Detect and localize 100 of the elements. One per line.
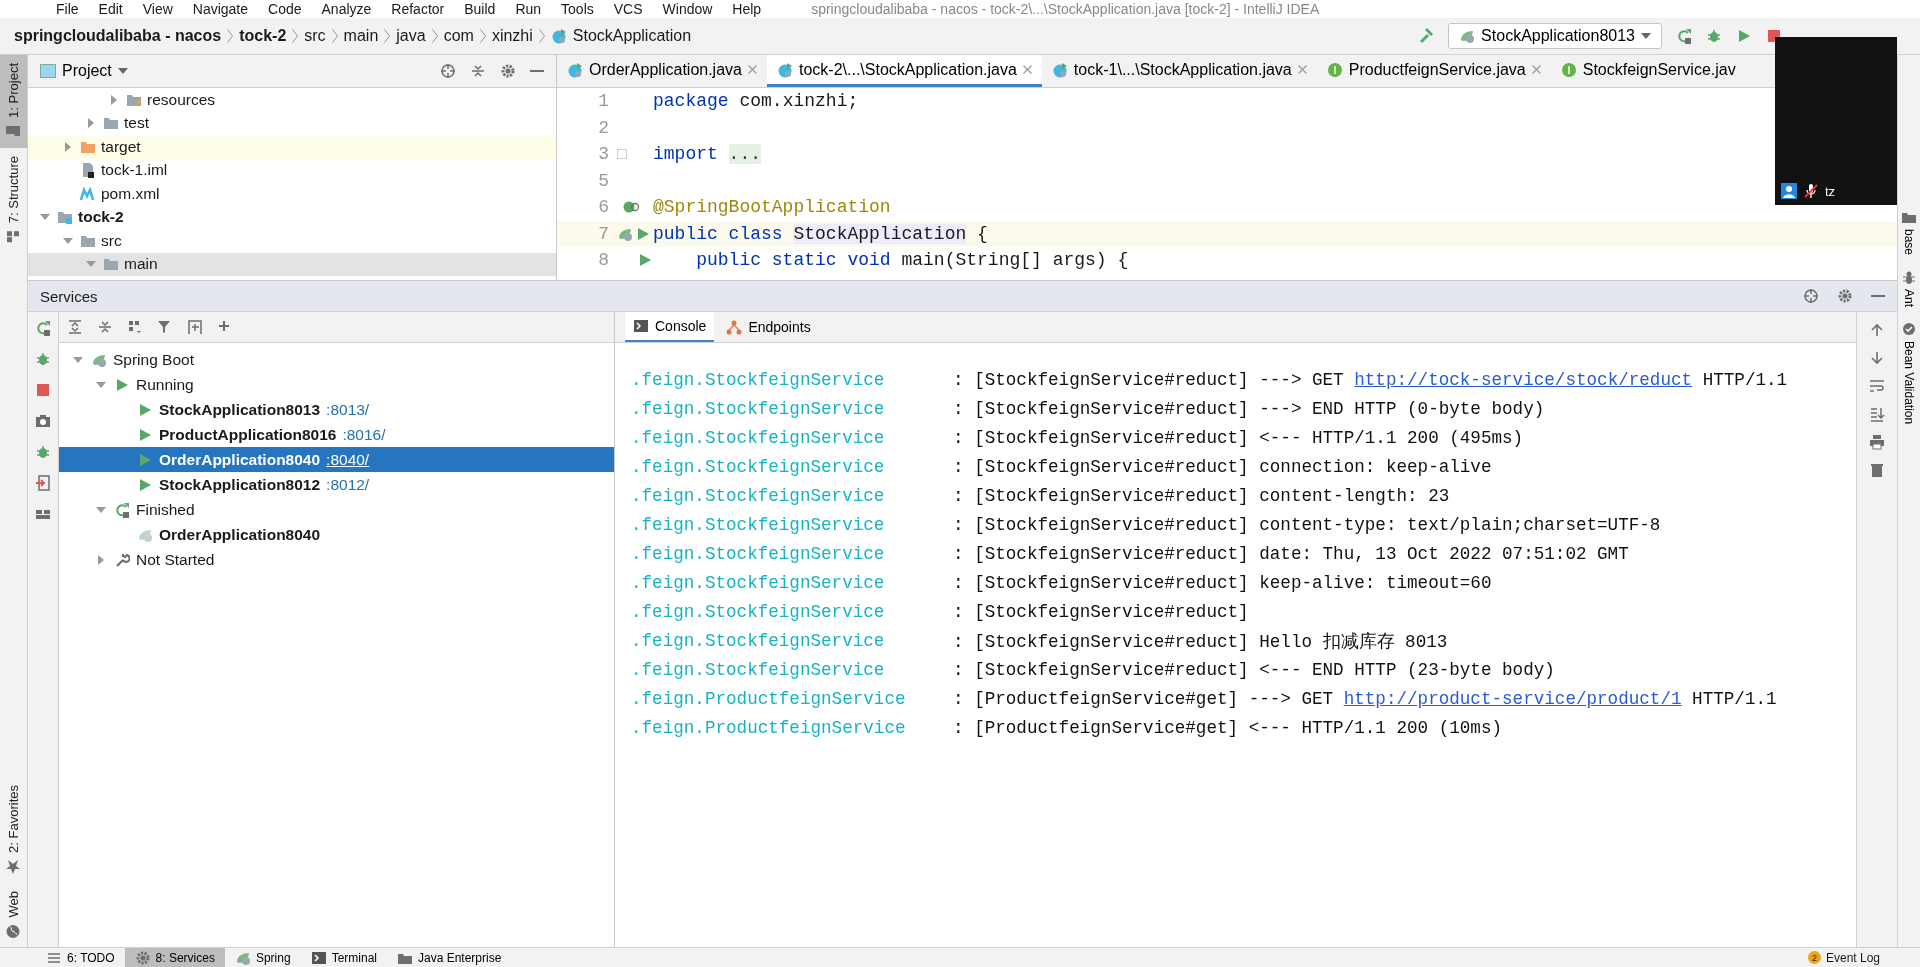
tool-window-tab[interactable]: Terminal (300, 948, 387, 967)
camera-icon (35, 413, 51, 429)
service-item[interactable]: OrderApplication8040 (59, 522, 614, 547)
bean-icon (1901, 321, 1917, 338)
logger-name: .feign.StockfeignService (631, 630, 886, 651)
menu-item[interactable]: Run (515, 0, 542, 18)
chevron-icon (227, 29, 234, 43)
menu-item[interactable]: View (142, 0, 173, 18)
breadcrumb-item[interactable]: StockApplication (572, 27, 692, 45)
service-item[interactable]: Running (59, 372, 614, 397)
tool-window-tab[interactable]: Java Enterprise (387, 948, 512, 967)
tree-item[interactable]: src (28, 229, 556, 253)
breadcrumb-item[interactable]: xinzhi (491, 27, 533, 45)
tool-window-tab[interactable]: Bean Validation (1899, 317, 1919, 429)
collapsed-arrow-icon[interactable] (86, 118, 96, 129)
interface-icon (1560, 61, 1577, 78)
service-item[interactable]: StockApplication8013 :8013/ (59, 397, 614, 422)
editor-tab[interactable]: ProductfeignService.java (1316, 55, 1551, 87)
log-message: : [StockfeignService#reduct] date: Thu, 13 Oct 2022 07:51:02 GMT (953, 543, 1629, 564)
menu-item[interactable]: VCS (613, 0, 643, 18)
menu-item[interactable]: Build (464, 0, 496, 18)
bug-icon (35, 351, 51, 367)
tree-item[interactable]: tock-1.iml (28, 158, 556, 182)
menu-item[interactable]: Refactor (391, 0, 445, 18)
chevron-icon (479, 29, 486, 43)
menu-item[interactable]: Window (662, 0, 713, 18)
close-icon[interactable] (1022, 65, 1032, 74)
editor-tab[interactable]: tock-2\...\StockApplication.java (766, 55, 1042, 87)
menu-item[interactable]: File (56, 0, 79, 18)
tool-window-tab[interactable]: 7: Structure (0, 147, 27, 254)
expanded-arrow-icon[interactable] (96, 379, 106, 390)
tree-item[interactable]: pom.xml (28, 182, 556, 206)
participant-name: tz (1825, 183, 1836, 199)
service-item[interactable]: ProductApplication8016 :8016/ (59, 422, 614, 447)
breadcrumb-item[interactable]: java (396, 27, 426, 45)
menu-item[interactable]: Navigate (192, 0, 249, 18)
person-icon (1781, 183, 1797, 199)
tree-item[interactable]: main (28, 252, 556, 276)
service-item[interactable]: Not Started (59, 547, 614, 572)
tree-item[interactable]: resources (28, 88, 556, 112)
fold-icon[interactable] (617, 149, 627, 160)
service-item[interactable]: Spring Boot (59, 347, 614, 372)
breadcrumb-item[interactable]: main (343, 27, 379, 45)
collapsed-arrow-icon[interactable] (109, 94, 119, 105)
project-view-dropdown[interactable]: Project (40, 62, 128, 80)
event-log-button[interactable]: Event Log (1825, 950, 1880, 965)
collapsed-arrow-icon[interactable] (96, 554, 106, 565)
tool-window-tab[interactable]: Spring (224, 948, 301, 967)
run-configuration-dropdown[interactable]: StockApplication8013 (1448, 23, 1662, 49)
logger-name: .feign.StockfeignService (631, 514, 886, 535)
caret-icon (117, 68, 128, 74)
rerun-icon (1676, 28, 1692, 44)
tool-window-tab[interactable]: Web (0, 882, 27, 947)
editor-tab[interactable]: StockfeignService.jav (1550, 55, 1746, 87)
tree-item[interactable]: test (28, 111, 556, 135)
expanded-arrow-icon[interactable] (73, 354, 83, 365)
class-icon (1051, 61, 1068, 78)
soft-wrap-icon (1869, 378, 1885, 394)
editor-tab[interactable]: OrderApplication.java (557, 55, 767, 87)
console-tab[interactable]: Endpoints (718, 312, 819, 342)
run-icon (137, 451, 153, 468)
tool-window-tab[interactable]: 8: Services (124, 948, 225, 967)
menu-item[interactable]: Edit (98, 0, 123, 18)
close-icon[interactable] (747, 65, 757, 74)
service-item[interactable]: OrderApplication8040 :8040/ (59, 447, 614, 472)
console-tab[interactable]: Console (625, 312, 715, 342)
logger-name: .feign.StockfeignService (631, 659, 886, 680)
menu-item[interactable]: Tools (561, 0, 594, 18)
menu-item[interactable]: Code (268, 0, 302, 18)
breadcrumb-item[interactable]: com (443, 27, 474, 45)
breadcrumb-item[interactable]: springcloudalibaba - nacos (14, 27, 222, 45)
close-icon[interactable] (1531, 65, 1541, 74)
breadcrumb-item[interactable]: tock-2 (239, 27, 287, 45)
url-link[interactable]: http://tock-service/stock/reduct (1354, 369, 1693, 390)
tool-window-tab[interactable]: 2: Favorites (0, 776, 27, 883)
close-icon[interactable] (1297, 65, 1307, 74)
folder-icon (103, 115, 119, 132)
menu-item[interactable]: Help (732, 0, 762, 18)
breadcrumb-item[interactable]: src (304, 27, 326, 45)
tool-window-tab[interactable]: base (1899, 205, 1919, 260)
editor-tab[interactable]: tock-1\...\StockApplication.java (1041, 55, 1317, 87)
tool-window-tab[interactable]: 1: Project (0, 55, 27, 148)
run-icon (137, 476, 153, 493)
tool-window-tab[interactable]: Ant (1899, 265, 1919, 312)
expanded-arrow-icon[interactable] (96, 504, 106, 515)
locate-icon (440, 63, 456, 79)
logger-name: .feign.StockfeignService (631, 456, 886, 477)
service-item[interactable]: Finished (59, 497, 614, 522)
url-link[interactable]: http://product-service/product/1 (1343, 688, 1682, 709)
tool-window-tab[interactable]: 6: TODO (36, 948, 125, 967)
service-item[interactable]: StockApplication8012 :8012/ (59, 472, 614, 497)
tree-item[interactable]: target (28, 135, 556, 159)
log-message: : [StockfeignService#reduct] ---> END HTTP (0-byte body) (953, 398, 1545, 419)
line-number: 8 (597, 250, 610, 271)
stop-icon (35, 382, 51, 398)
collapsed-arrow-icon[interactable] (63, 141, 73, 152)
tree-item[interactable]: tock-2 (28, 205, 556, 229)
menu-item[interactable]: Analyze (321, 0, 372, 18)
module-icon (57, 209, 73, 226)
expanded-arrow-icon[interactable] (63, 235, 73, 246)
